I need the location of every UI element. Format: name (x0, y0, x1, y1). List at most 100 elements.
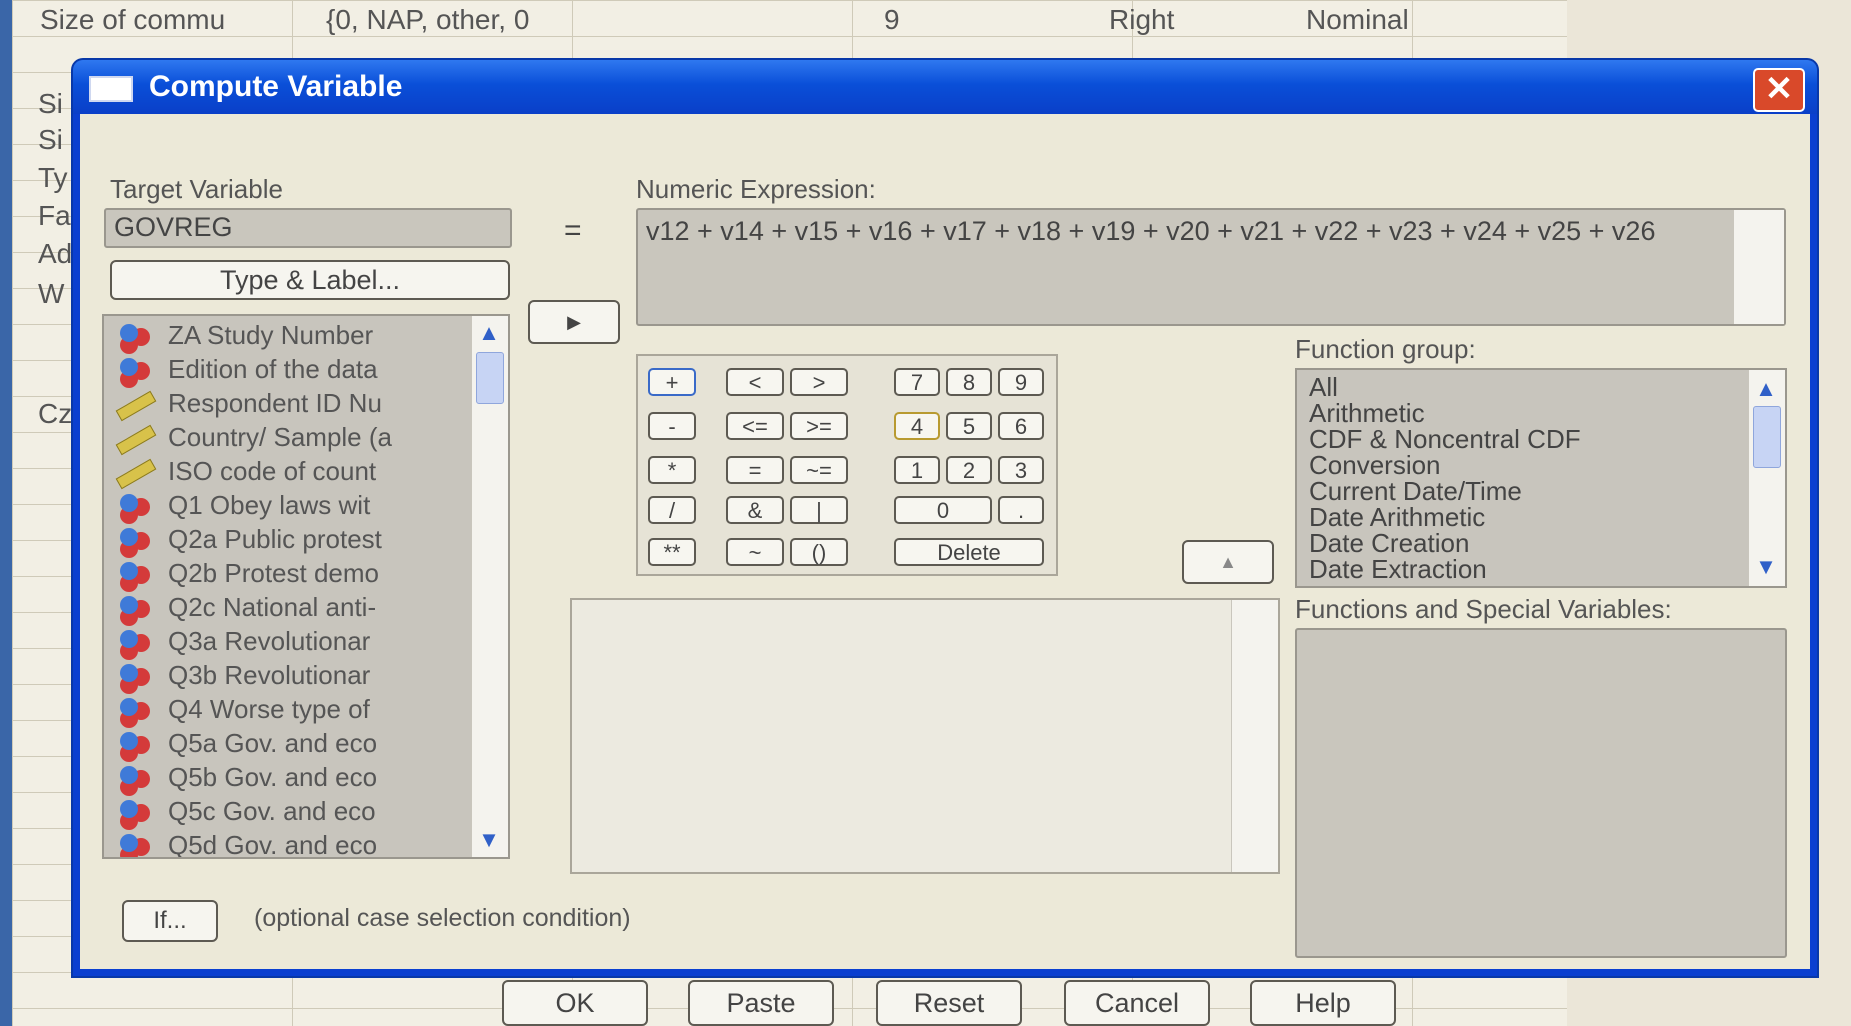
list-item[interactable]: Q1 Obey laws wit (104, 490, 464, 524)
nominal-variable-icon (114, 764, 154, 794)
not-equal-key[interactable]: ~= (790, 456, 848, 484)
plus-key[interactable]: + (648, 368, 696, 396)
list-item[interactable]: Q4 Worse type of (104, 694, 464, 728)
multiply-key[interactable]: * (648, 456, 696, 484)
less-than-key[interactable]: < (726, 368, 784, 396)
sheet-row-fragment: W (38, 278, 65, 309)
sheet-cell-width: 9 (884, 4, 900, 35)
close-button[interactable]: ✕ (1753, 68, 1805, 112)
target-variable-input[interactable]: GOVREG (104, 208, 512, 248)
divide-key[interactable]: / (648, 496, 696, 524)
nominal-variable-icon (114, 526, 154, 556)
list-item[interactable]: Edition of the data (104, 354, 464, 388)
digit-5-key[interactable]: 5 (946, 412, 992, 440)
insert-function-button[interactable]: ▲ (1182, 540, 1274, 584)
list-item[interactable]: Date Extraction (1309, 554, 1487, 585)
list-item[interactable]: ISO code of count (104, 456, 464, 490)
if-button[interactable]: If... (122, 900, 218, 942)
numeric-expression-text: v12 + v14 + v15 + v16 + v17 + v18 + v19 … (646, 216, 1656, 246)
description-scrollbar[interactable] (1231, 600, 1278, 872)
not-key[interactable]: ~ (726, 538, 784, 566)
greater-equal-key[interactable]: >= (790, 412, 848, 440)
list-item[interactable]: Respondent ID Nu (104, 388, 464, 422)
nominal-variable-icon (114, 696, 154, 726)
list-item[interactable]: Q3a Revolutionar (104, 626, 464, 660)
nominal-variable-icon (114, 356, 154, 386)
list-item[interactable]: Q5d Gov. and eco (104, 830, 464, 857)
sheet-cell-align: Right (1109, 4, 1175, 35)
sheet-row-fragment: Ty (38, 162, 68, 193)
chevron-down-icon[interactable]: ▼ (474, 825, 504, 855)
and-key[interactable]: & (726, 496, 784, 524)
digit-4-key[interactable]: 4 (894, 412, 940, 440)
function-group-list[interactable]: All Arithmetic CDF & Noncentral CDF Conv… (1295, 368, 1787, 588)
chevron-up-icon[interactable]: ▲ (1751, 374, 1781, 404)
scroll-thumb[interactable] (476, 352, 504, 404)
power-key[interactable]: ** (648, 538, 696, 566)
scroll-thumb[interactable] (1753, 406, 1781, 468)
digit-1-key[interactable]: 1 (894, 456, 940, 484)
nominal-variable-icon (114, 492, 154, 522)
numeric-expression-input[interactable]: v12 + v14 + v15 + v16 + v17 + v18 + v19 … (636, 208, 1786, 326)
or-key[interactable]: | (790, 496, 848, 524)
equals-sign: = (564, 214, 582, 247)
list-item[interactable]: Q2a Public protest (104, 524, 464, 558)
nominal-variable-icon (114, 798, 154, 828)
list-item[interactable]: Q5c Gov. and eco (104, 796, 464, 830)
decimal-key[interactable]: . (998, 496, 1044, 524)
sheet-cell-measure: Nominal (1306, 4, 1409, 35)
nominal-variable-icon (114, 322, 154, 352)
less-equal-key[interactable]: <= (726, 412, 784, 440)
functions-special-variables-list[interactable] (1295, 628, 1787, 958)
nominal-variable-icon (114, 730, 154, 760)
ok-button[interactable]: OK (502, 980, 648, 1026)
chevron-up-icon[interactable]: ▲ (474, 318, 504, 348)
list-item[interactable]: Q2c National anti- (104, 592, 464, 626)
digit-3-key[interactable]: 3 (998, 456, 1044, 484)
source-variable-list[interactable]: ZA Study Number Edition of the data Resp… (102, 314, 510, 859)
type-label-button[interactable]: Type & Label... (110, 260, 510, 300)
help-button[interactable]: Help (1250, 980, 1396, 1026)
greater-than-key[interactable]: > (790, 368, 848, 396)
list-item[interactable]: Country/ Sample (a (104, 422, 464, 456)
list-item[interactable]: Q5a Gov. and eco (104, 728, 464, 762)
paste-button[interactable]: Paste (688, 980, 834, 1026)
list-item[interactable]: Q5b Gov. and eco (104, 762, 464, 796)
parentheses-key[interactable]: () (790, 538, 848, 566)
digit-8-key[interactable]: 8 (946, 368, 992, 396)
digit-0-key[interactable]: 0 (894, 496, 992, 524)
sheet-row-fragment: Si (38, 124, 63, 155)
minus-key[interactable]: - (648, 412, 696, 440)
expression-scrollbar[interactable] (1733, 210, 1784, 324)
chevron-down-icon[interactable]: ▼ (1751, 552, 1781, 582)
target-variable-label: Target Variable (110, 174, 283, 204)
move-variable-button[interactable]: ▶ (528, 300, 620, 344)
reset-button[interactable]: Reset (876, 980, 1022, 1026)
sheet-cell-values: {0, NAP, other, 0 (326, 4, 530, 35)
scale-variable-icon (114, 390, 154, 420)
equal-key[interactable]: = (726, 456, 784, 484)
digit-9-key[interactable]: 9 (998, 368, 1044, 396)
digit-7-key[interactable]: 7 (894, 368, 940, 396)
nominal-variable-icon (114, 662, 154, 692)
digit-6-key[interactable]: 6 (998, 412, 1044, 440)
scale-variable-icon (114, 424, 154, 454)
digit-2-key[interactable]: 2 (946, 456, 992, 484)
cancel-button[interactable]: Cancel (1064, 980, 1210, 1026)
list-item[interactable]: Q2b Protest demo (104, 558, 464, 592)
list-item[interactable]: Q3b Revolutionar (104, 660, 464, 694)
nominal-variable-icon (114, 560, 154, 590)
nominal-variable-icon (114, 594, 154, 624)
sheet-row-fragment: Ad (38, 238, 73, 269)
dialog-title: Compute Variable (149, 70, 403, 103)
variable-list-scrollbar[interactable]: ▲ ▼ (471, 316, 508, 857)
nominal-variable-icon (114, 628, 154, 658)
sheet-cell-name: Size of commu (40, 4, 226, 35)
dialog-body: Target Variable GOVREG Type & Label... =… (80, 114, 1810, 1026)
sheet-row-fragment: Fa (38, 200, 71, 231)
functions-special-variables-label: Functions and Special Variables: (1295, 594, 1672, 624)
function-group-scrollbar[interactable]: ▲ ▼ (1748, 370, 1785, 586)
list-item[interactable]: ZA Study Number (104, 320, 464, 354)
delete-key[interactable]: Delete (894, 538, 1044, 566)
dialog-titlebar[interactable]: Compute Variable ✕ (73, 60, 1817, 114)
